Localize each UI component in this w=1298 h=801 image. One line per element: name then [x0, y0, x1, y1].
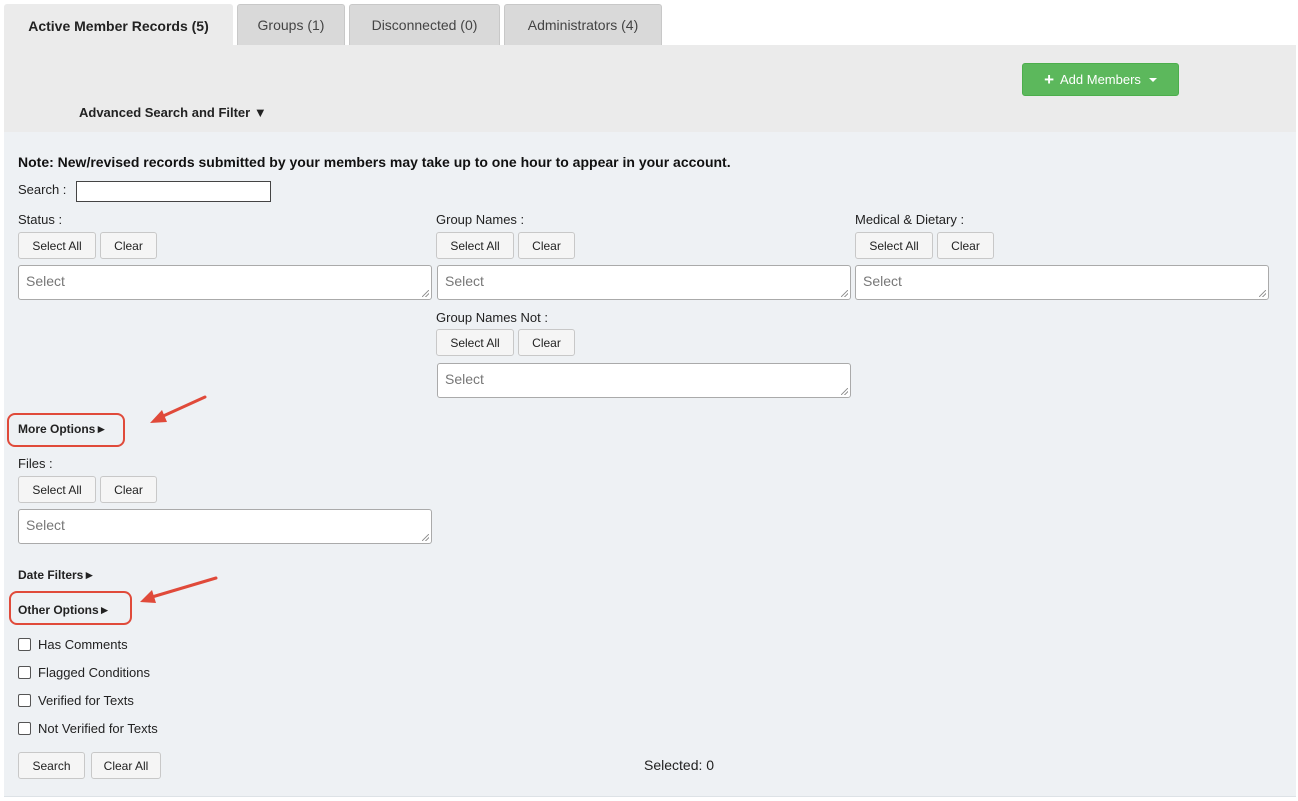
- medical-clear-button[interactable]: Clear: [937, 232, 994, 259]
- verified-for-texts-label: Verified for Texts: [38, 693, 134, 708]
- flagged-conditions-label: Flagged Conditions: [38, 665, 151, 680]
- toolbar: + Add Members Advanced Search and Filter…: [4, 45, 1296, 132]
- selected-count: Selected: 0: [644, 757, 715, 773]
- more-options-toggle[interactable]: More Options►: [18, 422, 107, 436]
- date-filters-toggle[interactable]: Date Filters►: [18, 568, 95, 582]
- has-comments-label: Has Comments: [38, 637, 128, 652]
- group-names-select-all-button[interactable]: Select All: [436, 232, 514, 259]
- files-select-all-button[interactable]: Select All: [18, 476, 96, 503]
- resize-grip-icon: [841, 290, 848, 297]
- caret-down-icon: [1148, 77, 1157, 82]
- medical-select-placeholder: Select: [863, 273, 902, 289]
- tab-active-member-records[interactable]: Active Member Records (5): [4, 4, 233, 46]
- status-select-placeholder: Select: [26, 273, 65, 289]
- flagged-conditions-checkbox[interactable]: [18, 666, 31, 679]
- has-comments-checkbox[interactable]: [18, 638, 31, 651]
- files-clear-button[interactable]: Clear: [100, 476, 157, 503]
- group-names-select[interactable]: Select: [437, 265, 851, 300]
- files-select[interactable]: Select: [18, 509, 432, 544]
- not-verified-for-texts-option[interactable]: Not Verified for Texts: [18, 721, 158, 736]
- add-members-button[interactable]: + Add Members: [1022, 63, 1179, 96]
- status-clear-button[interactable]: Clear: [100, 232, 157, 259]
- tab-groups[interactable]: Groups (1): [237, 4, 345, 45]
- other-options-toggle[interactable]: Other Options►: [18, 603, 111, 617]
- has-comments-option[interactable]: Has Comments: [18, 637, 128, 652]
- annotation-arrow-icon: [140, 576, 218, 603]
- group-names-select-placeholder: Select: [445, 273, 484, 289]
- group-names-not-select[interactable]: Select: [437, 363, 851, 398]
- note-text: Note: New/revised records submitted by y…: [18, 154, 731, 170]
- not-verified-for-texts-label: Not Verified for Texts: [38, 721, 158, 736]
- medical-dietary-select[interactable]: Select: [855, 265, 1269, 300]
- files-select-placeholder: Select: [26, 517, 65, 533]
- status-label: Status :: [18, 212, 63, 227]
- status-select-all-button[interactable]: Select All: [18, 232, 96, 259]
- clear-all-button[interactable]: Clear All: [91, 752, 161, 779]
- search-input[interactable]: [76, 181, 271, 202]
- tab-administrators[interactable]: Administrators (4): [504, 4, 662, 45]
- tab-disconnected[interactable]: Disconnected (0): [349, 4, 500, 45]
- group-names-not-label: Group Names Not :: [436, 310, 548, 325]
- group-names-label: Group Names :: [436, 212, 525, 227]
- search-button[interactable]: Search: [18, 752, 85, 779]
- resize-grip-icon: [1259, 290, 1266, 297]
- group-names-not-select-placeholder: Select: [445, 371, 484, 387]
- not-verified-for-texts-checkbox[interactable]: [18, 722, 31, 735]
- files-label: Files :: [18, 456, 53, 471]
- add-members-label: Add Members: [1060, 72, 1141, 87]
- medical-dietary-label: Medical & Dietary :: [855, 212, 965, 227]
- verified-for-texts-option[interactable]: Verified for Texts: [18, 693, 134, 708]
- flagged-conditions-option[interactable]: Flagged Conditions: [18, 665, 150, 680]
- advanced-search-toggle[interactable]: Advanced Search and Filter ▼: [79, 105, 267, 120]
- group-names-not-select-all-button[interactable]: Select All: [436, 329, 514, 356]
- filter-panel: Note: New/revised records submitted by y…: [4, 132, 1296, 797]
- search-label: Search :: [18, 182, 67, 197]
- plus-icon: +: [1044, 70, 1054, 89]
- status-select[interactable]: Select: [18, 265, 432, 300]
- medical-select-all-button[interactable]: Select All: [855, 232, 933, 259]
- resize-grip-icon: [841, 388, 848, 395]
- group-names-not-clear-button[interactable]: Clear: [518, 329, 575, 356]
- group-names-clear-button[interactable]: Clear: [518, 232, 575, 259]
- tab-bar: Active Member Records (5) Groups (1) Dis…: [0, 0, 1298, 46]
- verified-for-texts-checkbox[interactable]: [18, 694, 31, 707]
- resize-grip-icon: [422, 290, 429, 297]
- resize-grip-icon: [422, 534, 429, 541]
